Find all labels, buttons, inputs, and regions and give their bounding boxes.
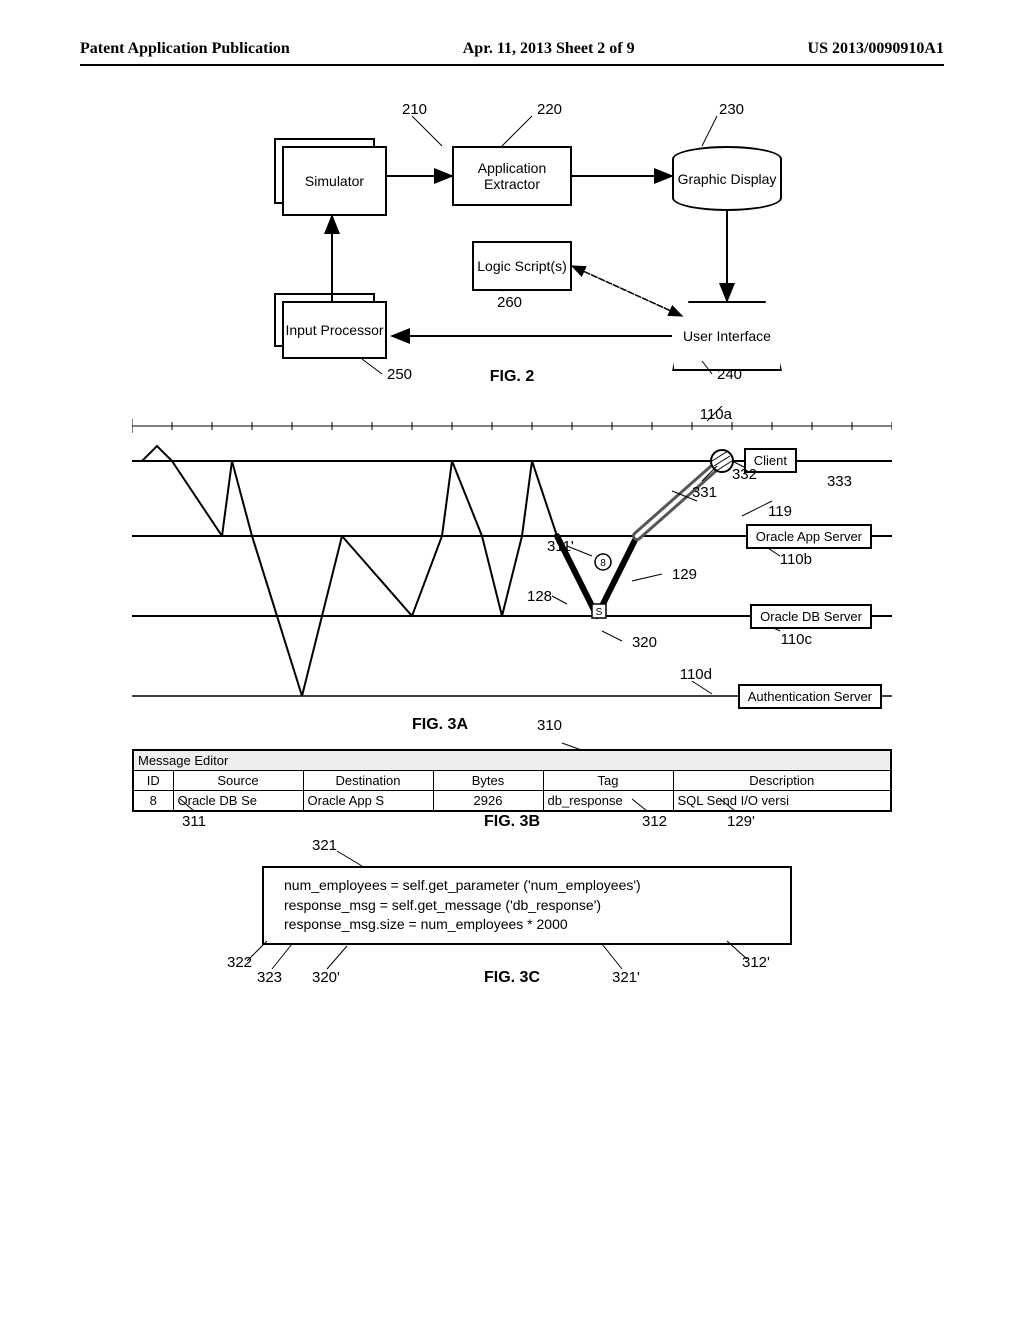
figure-3b: Message Editor ID Source Destination Byt… [132,741,892,831]
ref-128: 128 [527,588,552,605]
header-left: Patent Application Publication [80,40,290,58]
fig3c-caption: FIG. 3C [192,969,832,987]
code-line-1: num_employees = self.get_parameter ('num… [284,876,770,896]
ref-260: 260 [497,294,522,311]
app-extractor-box: Application Extractor [452,146,572,206]
cell-bytes: 2926 [433,791,543,812]
simulator-label: Simulator [305,173,364,189]
ref-129: 129 [672,566,697,583]
user-interface-box: User Interface [672,301,782,371]
col-dest: Destination [303,771,433,791]
input-processor-label: Input Processor [285,322,383,338]
graphic-display-label: Graphic Display [678,171,777,187]
app-extractor-label: Application Extractor [454,160,570,192]
col-id: ID [133,771,173,791]
ref-333: 333 [827,473,852,490]
ref-210: 210 [402,101,427,118]
ref-332: 332 [732,466,757,483]
fig2-caption: FIG. 2 [192,368,832,386]
cell-dest: Oracle App S [303,791,433,812]
simulator-box: Simulator [282,146,387,216]
figure-3a: S 8 Client Oracle App Server Oracle DB S… [132,406,892,736]
auth-server-node: Authentication Server [738,684,882,709]
logic-scripts-label: Logic Script(s) [477,258,566,274]
ref-220: 220 [537,101,562,118]
ref-311p: 311' [547,538,574,555]
ref-320: 320 [632,634,657,651]
svg-text:S: S [596,607,603,618]
fig3a-caption: FIG. 3A [412,716,468,734]
figure-3c: 321 num_employees = self.get_parameter (… [192,841,832,971]
table-header-row: ID Source Destination Bytes Tag Descript… [133,771,891,791]
col-source: Source [173,771,303,791]
message-editor-table: Message Editor ID Source Destination Byt… [132,749,892,812]
col-bytes: Bytes [433,771,543,791]
header-right: US 2013/0090910A1 [808,40,944,58]
ref-230: 230 [719,101,744,118]
ref-110a: 110a [700,406,732,423]
ref-331: 331 [692,484,717,501]
code-line-3: response_msg.size = num_employees * 2000 [284,915,770,935]
table-row: 8 Oracle DB Se Oracle App S 2926 db_resp… [133,791,891,812]
ref-110d: 110d [680,666,712,683]
cell-source: Oracle DB Se [173,791,303,812]
ref-310: 310 [537,717,562,734]
ref-119: 119 [768,503,792,520]
user-interface-label: User Interface [683,328,771,344]
col-desc: Description [673,771,891,791]
fig3b-caption: FIG. 3B [132,813,892,831]
logic-scripts-box: Logic Script(s) [472,241,572,291]
svg-text:8: 8 [600,558,606,569]
ref-110b: 110b [780,551,812,568]
cell-tag: db_response [543,791,673,812]
ref-110c: 110c [781,631,812,648]
cell-id: 8 [133,791,173,812]
graphic-display-box: Graphic Display [672,146,782,211]
input-processor-box: Input Processor [282,301,387,359]
app-server-node: Oracle App Server [746,524,872,549]
code-line-2: response_msg = self.get_message ('db_res… [284,896,770,916]
script-box: num_employees = self.get_parameter ('num… [262,866,792,945]
page-header: Patent Application Publication Apr. 11, … [80,40,944,66]
cell-desc: SQL Send I/O versi [673,791,891,812]
header-mid: Apr. 11, 2013 Sheet 2 of 9 [463,40,635,58]
db-server-node: Oracle DB Server [750,604,872,629]
figure-2: Simulator Application Extractor Graphic … [192,96,832,386]
ref-321: 321 [312,837,337,854]
col-tag: Tag [543,771,673,791]
table-title: Message Editor [133,750,891,771]
